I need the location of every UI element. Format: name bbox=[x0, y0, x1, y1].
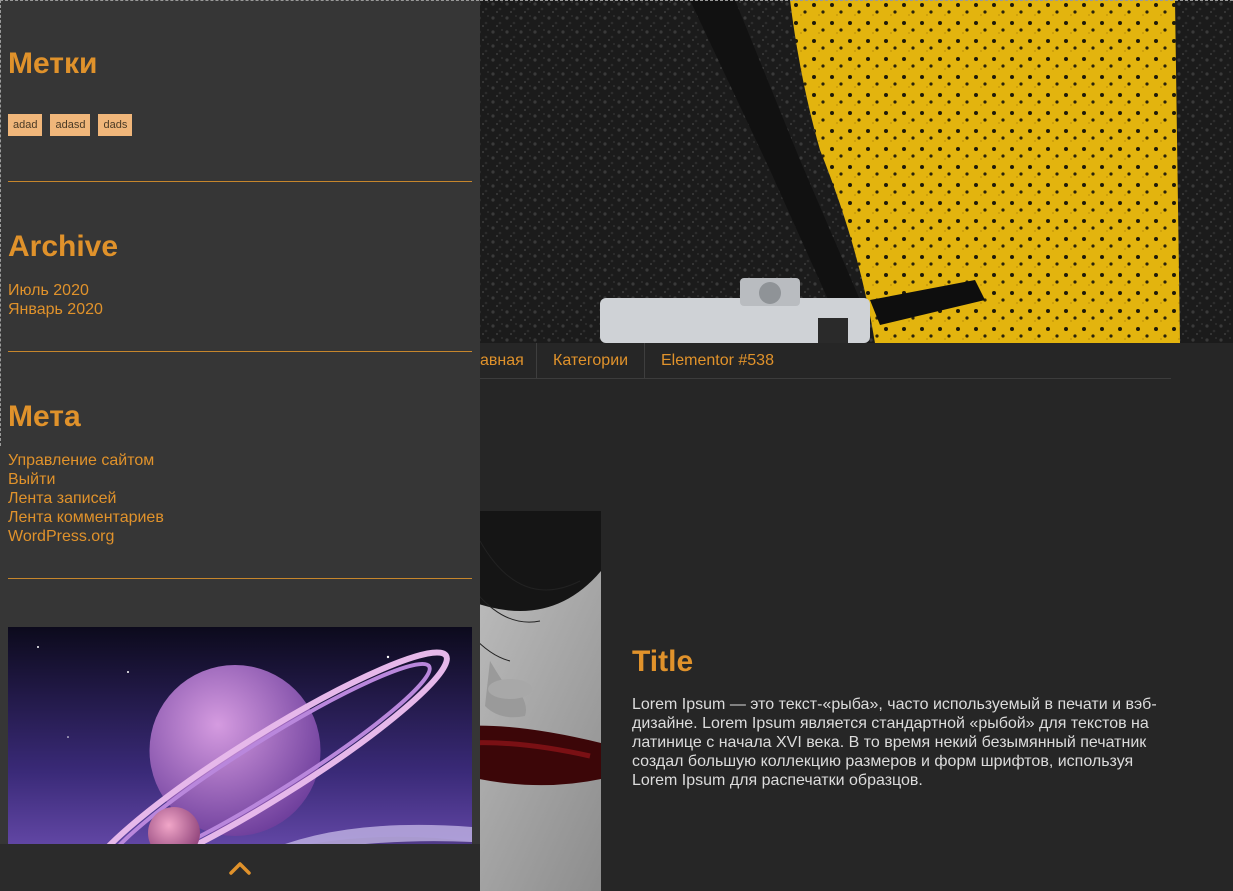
list-item: Июль 2020 bbox=[8, 281, 103, 300]
widget-divider bbox=[8, 578, 472, 579]
archive-widget-title: Archive bbox=[8, 230, 119, 263]
post-title[interactable]: Title bbox=[632, 644, 693, 680]
post-excerpt: Lorem Ipsum — это текст-«рыба», часто ис… bbox=[632, 696, 1157, 789]
tag-link[interactable]: adad bbox=[8, 114, 43, 136]
list-item: WordPress.org bbox=[8, 527, 164, 546]
tag-cloud: adad adasd dads bbox=[8, 114, 133, 136]
tags-widget-title: Метки bbox=[8, 47, 98, 80]
tag-link[interactable]: dads bbox=[98, 114, 133, 136]
list-item: Выйти bbox=[8, 470, 164, 489]
tag-link[interactable]: adasd bbox=[50, 114, 91, 136]
widget-divider bbox=[8, 351, 472, 352]
scroll-to-top-button[interactable] bbox=[224, 854, 256, 882]
archive-link[interactable]: Январь 2020 bbox=[8, 301, 103, 318]
meta-link-entries-feed[interactable]: Лента записей bbox=[8, 490, 116, 507]
widget-divider bbox=[8, 181, 472, 182]
list-item: Управление сайтом bbox=[8, 451, 164, 470]
list-item: Январь 2020 bbox=[8, 300, 103, 319]
nav-separator bbox=[536, 343, 537, 378]
sidebar-panel: Метки adad adasd dads Archive Июль 2020 … bbox=[0, 0, 480, 891]
meta-link-site-admin[interactable]: Управление сайтом bbox=[8, 452, 154, 469]
bottom-bar bbox=[0, 844, 480, 891]
list-item: Лента комментариев bbox=[8, 508, 164, 527]
meta-list: Управление сайтом Выйти Лента записей Ле… bbox=[8, 451, 164, 546]
nav-home-link[interactable]: авная bbox=[480, 343, 524, 378]
archive-link[interactable]: Июль 2020 bbox=[8, 282, 89, 299]
nav-categories-link[interactable]: Категории bbox=[553, 343, 628, 378]
meta-link-logout[interactable]: Выйти bbox=[8, 471, 55, 488]
meta-widget-title: Мета bbox=[8, 400, 81, 433]
meta-link-comments-feed[interactable]: Лента комментариев bbox=[8, 509, 164, 526]
nav-elementor-link[interactable]: Elementor #538 bbox=[661, 343, 774, 378]
list-item: Лента записей bbox=[8, 489, 164, 508]
meta-link-wordpress[interactable]: WordPress.org bbox=[8, 528, 114, 545]
chevron-up-icon bbox=[229, 862, 251, 875]
nav-separator bbox=[644, 343, 645, 378]
archive-list: Июль 2020 Январь 2020 bbox=[8, 281, 103, 319]
